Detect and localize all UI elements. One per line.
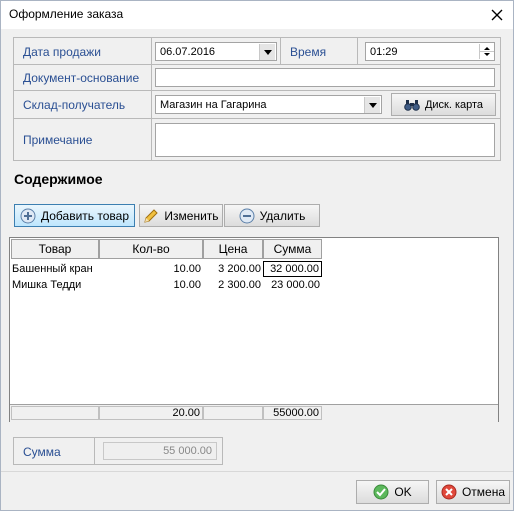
check-circle-icon bbox=[373, 484, 389, 500]
cancel-button[interactable]: Отмена bbox=[436, 480, 510, 504]
base-document-label: Документ-основание bbox=[14, 65, 151, 90]
footer-price-empty bbox=[203, 406, 263, 420]
items-table[interactable]: Товар Кол-во Цена Сумма Башенный кран 10… bbox=[9, 237, 499, 422]
footer-qty-total: 20.00 bbox=[99, 406, 203, 420]
cell-item: Мишка Тедди bbox=[12, 279, 82, 291]
note-label: Примечание bbox=[14, 119, 151, 160]
close-icon bbox=[491, 9, 503, 21]
column-header-item[interactable]: Товар bbox=[11, 239, 99, 259]
cell-price: 2 300.00 bbox=[218, 279, 261, 291]
cell-item: Башенный кран bbox=[12, 263, 93, 275]
cancel-label: Отмена bbox=[461, 485, 506, 499]
cell-sum: 32 000.00 bbox=[263, 261, 322, 277]
close-button[interactable] bbox=[487, 5, 507, 25]
sale-date-value: 06.07.2016 bbox=[160, 45, 216, 58]
total-panel: Сумма 55 000.00 bbox=[13, 437, 223, 465]
cell-qty: 10.00 bbox=[173, 279, 201, 291]
plus-circle-icon bbox=[20, 208, 36, 223]
table-row[interactable]: Мишка Тедди 10.00 2 300.00 23 000.00 bbox=[11, 277, 323, 293]
cell-qty: 10.00 bbox=[173, 263, 201, 275]
order-dialog: Оформление заказа Дата продажи 06.07.201… bbox=[0, 0, 514, 511]
warehouse-value: Магазин на Гагарина bbox=[160, 98, 267, 111]
column-header-qty[interactable]: Кол-во bbox=[99, 239, 203, 259]
chevron-down-icon bbox=[368, 102, 377, 108]
sale-date-label: Дата продажи bbox=[14, 39, 151, 64]
footer-sum-total: 55000.00 bbox=[263, 406, 322, 420]
spinner-arrows-icon bbox=[480, 47, 494, 56]
add-item-label: Добавить товар bbox=[41, 208, 129, 223]
total-label: Сумма bbox=[14, 439, 94, 464]
delete-label: Удалить bbox=[259, 208, 306, 223]
time-value: 01:29 bbox=[370, 45, 398, 58]
edit-button[interactable]: Изменить bbox=[139, 204, 223, 227]
chevron-down-icon bbox=[263, 49, 272, 55]
edit-label: Изменить bbox=[164, 208, 219, 223]
cell-sum: 23 000.00 bbox=[271, 279, 320, 291]
delete-button[interactable]: Удалить bbox=[224, 204, 320, 227]
footer-empty-cell bbox=[11, 406, 99, 420]
warehouse-select[interactable]: Магазин на Гагарина bbox=[155, 95, 382, 114]
contents-title: Содержимое bbox=[14, 171, 103, 187]
time-spinner[interactable] bbox=[479, 44, 494, 59]
table-row[interactable]: Башенный кран 10.00 3 200.00 32 000.00 bbox=[11, 261, 323, 277]
base-document-field[interactable] bbox=[155, 68, 495, 87]
sale-date-field[interactable]: 06.07.2016 bbox=[155, 42, 277, 61]
discount-card-button[interactable]: Диск. карта bbox=[391, 93, 496, 116]
pencil-icon bbox=[144, 208, 159, 223]
time-field[interactable]: 01:29 bbox=[365, 42, 495, 61]
warehouse-dropdown-button[interactable] bbox=[364, 97, 380, 113]
note-field[interactable] bbox=[155, 123, 495, 157]
time-label: Время bbox=[281, 39, 357, 64]
binoculars-icon bbox=[404, 99, 420, 111]
ok-label: OK bbox=[394, 485, 412, 499]
order-form: Дата продажи 06.07.2016 Время 01:29 Доку… bbox=[13, 37, 501, 161]
minus-circle-icon bbox=[239, 208, 255, 223]
cancel-circle-icon bbox=[441, 484, 457, 500]
title-bar: Оформление заказа bbox=[1, 1, 513, 29]
discount-card-label: Диск. карта bbox=[424, 98, 484, 111]
date-dropdown-button[interactable] bbox=[259, 44, 275, 60]
total-value: 55 000.00 bbox=[103, 442, 217, 460]
column-header-sum[interactable]: Сумма bbox=[263, 239, 322, 259]
warehouse-label: Склад-получатель bbox=[14, 91, 151, 118]
add-item-button[interactable]: Добавить товар bbox=[14, 204, 135, 227]
ok-button[interactable]: OK bbox=[356, 480, 429, 504]
cell-price: 3 200.00 bbox=[218, 263, 261, 275]
window-title: Оформление заказа bbox=[9, 7, 124, 21]
column-header-price[interactable]: Цена bbox=[203, 239, 263, 259]
